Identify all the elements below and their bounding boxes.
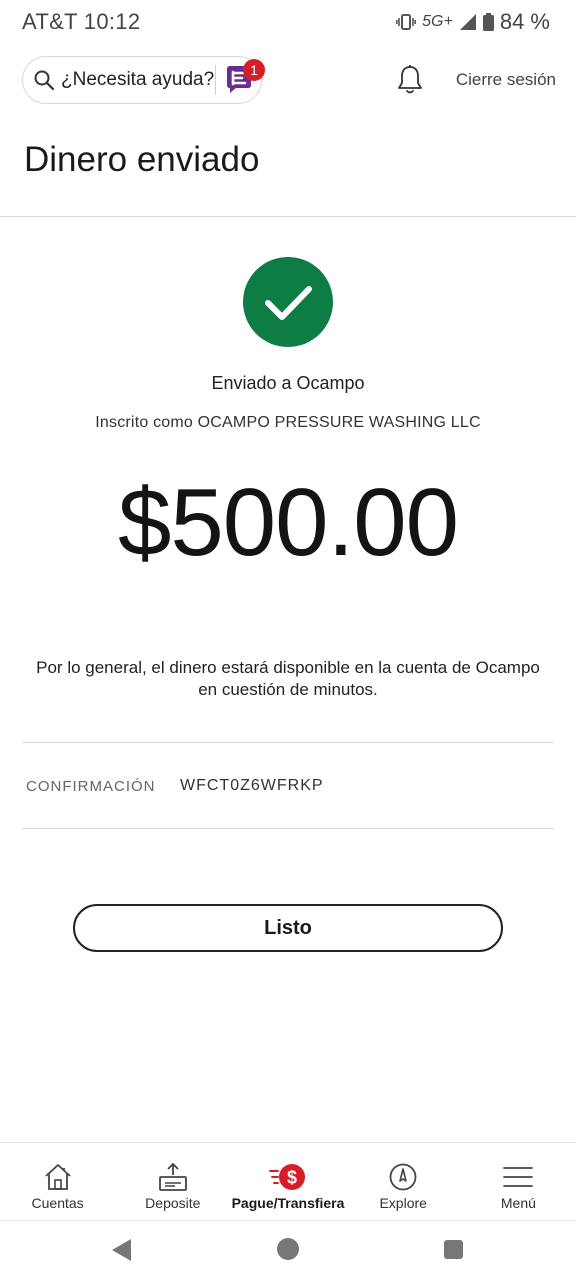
notification-badge: 1 bbox=[243, 59, 265, 81]
search-icon bbox=[34, 70, 55, 91]
availability-note: Por lo general, el dinero estará disponi… bbox=[0, 657, 576, 701]
menu-icon bbox=[503, 1167, 534, 1187]
logout-link[interactable]: Cierre sesión bbox=[456, 70, 556, 90]
nav-item-deposit[interactable]: Deposite bbox=[115, 1143, 230, 1220]
note-line-2: en cuestión de minutos. bbox=[198, 680, 378, 699]
divider bbox=[0, 216, 576, 217]
nav-label: Explore bbox=[379, 1195, 427, 1211]
divider bbox=[215, 65, 216, 95]
help-text: ¿Necesita ayuda? bbox=[61, 69, 215, 90]
network-type: 5G+ bbox=[422, 13, 453, 30]
status-icons: 5G+ 84 % bbox=[396, 9, 550, 35]
nav-label: Pague/Transfiera bbox=[231, 1195, 345, 1211]
bottom-nav: Cuentas Deposite $ Pague/Transfiera Expl… bbox=[0, 1142, 576, 1220]
vibrate-icon bbox=[396, 14, 417, 30]
signal-icon bbox=[459, 14, 476, 30]
confirmation-code: WFCT0Z6WFRKP bbox=[180, 777, 324, 794]
nav-label: Deposite bbox=[145, 1195, 201, 1211]
nav-item-menu[interactable]: Menú bbox=[461, 1143, 576, 1220]
carrier-time: AT&T 10:12 bbox=[22, 9, 141, 34]
amount: $500.00 bbox=[117, 469, 459, 576]
nav-label: Menú bbox=[500, 1195, 536, 1211]
nav-label: Cuentas bbox=[31, 1195, 84, 1211]
page-title: Dinero enviado bbox=[24, 140, 260, 179]
compass-icon bbox=[389, 1163, 417, 1191]
svg-text:$: $ bbox=[287, 1168, 297, 1188]
divider bbox=[22, 828, 554, 829]
chat-assistant-button[interactable]: 1 bbox=[223, 59, 265, 99]
bell-icon[interactable] bbox=[396, 64, 424, 96]
deposit-icon bbox=[158, 1163, 187, 1191]
recipient-text: Enviado a Ocampo bbox=[211, 373, 365, 393]
status-bar: AT&T 10:12 5G+ 84 % bbox=[0, 0, 576, 46]
recent-apps-icon[interactable] bbox=[444, 1240, 463, 1259]
home-button-icon[interactable] bbox=[277, 1238, 299, 1260]
nav-item-accounts[interactable]: Cuentas bbox=[0, 1143, 115, 1220]
note-line-1: Por lo general, el dinero estará disponi… bbox=[36, 658, 540, 677]
checkmark-icon bbox=[265, 286, 312, 320]
system-nav-bar bbox=[0, 1220, 576, 1280]
nav-item-pay-transfer[interactable]: $ Pague/Transfiera bbox=[230, 1143, 345, 1220]
success-icon bbox=[243, 257, 333, 347]
divider bbox=[22, 742, 554, 743]
battery-icon bbox=[482, 13, 494, 31]
pay-transfer-icon: $ bbox=[269, 1164, 305, 1190]
confirmation-label: CONFIRMACIÓN bbox=[26, 778, 156, 795]
help-search[interactable]: ¿Necesita ayuda? 1 bbox=[22, 56, 265, 104]
back-icon[interactable] bbox=[112, 1239, 131, 1261]
done-button[interactable]: Listo bbox=[73, 904, 503, 952]
nav-item-explore[interactable]: Explore bbox=[346, 1143, 461, 1220]
home-icon bbox=[44, 1164, 71, 1190]
enrolled-as-text: Inscrito como OCAMPO PRESSURE WASHING LL… bbox=[95, 414, 481, 431]
battery-percent: 84 % bbox=[499, 9, 550, 34]
